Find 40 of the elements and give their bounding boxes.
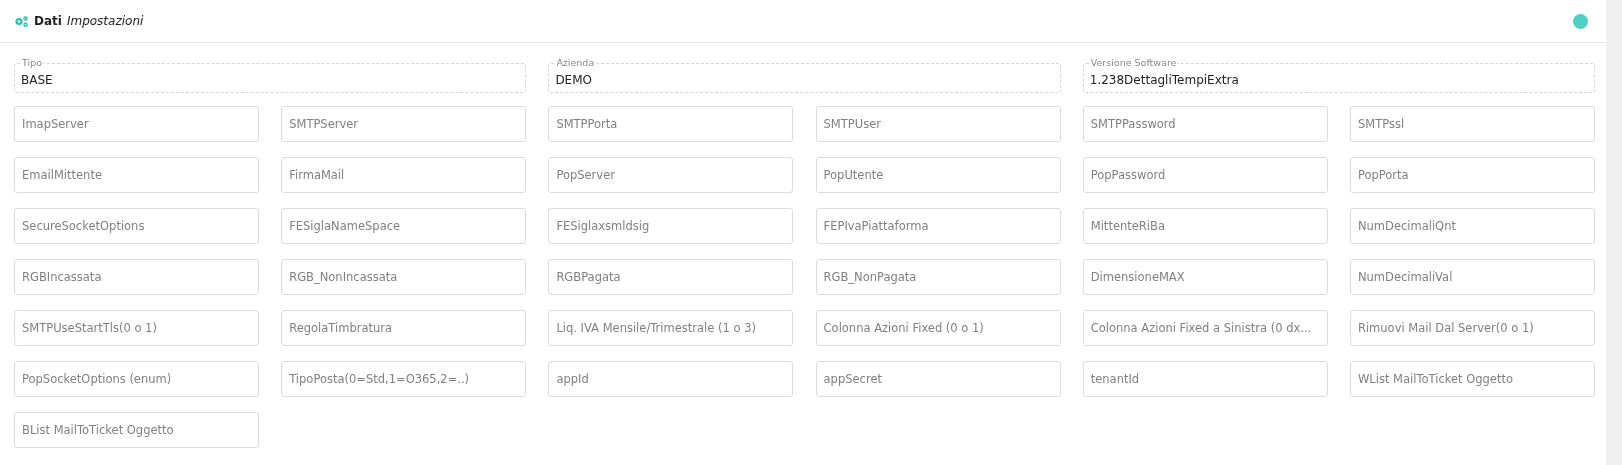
input-field[interactable]: Colonna Azioni Fixed (0 o 1) — [815, 310, 1061, 346]
input-field[interactable]: Rimuovi Mail Dal Server(0 o 1) — [1349, 310, 1595, 346]
input-field[interactable]: Colonna Azioni Fixed a Sinistra (0 dx... — [1082, 310, 1328, 346]
input-field[interactable]: PopServer — [548, 157, 794, 193]
input-field[interactable]: RegolaTimbratura — [281, 310, 527, 346]
input-field[interactable]: SecureSocketOptions — [14, 208, 259, 244]
input-field[interactable]: NumDecimaliQnt — [1349, 208, 1595, 244]
input-field[interactable]: PopUtente — [815, 157, 1061, 193]
input-field[interactable]: FirmaMail — [281, 157, 527, 193]
input-field[interactable]: PopPassword — [1082, 157, 1328, 193]
input-field[interactable]: FESiglaxsmldsig — [548, 208, 794, 244]
input-field[interactable]: ImapServer — [14, 106, 259, 142]
input-field[interactable]: SMTPPassword — [1082, 106, 1328, 142]
input-field[interactable]: MittenteRiBa — [1082, 208, 1328, 244]
input-field[interactable]: EmailMittente — [14, 157, 259, 193]
input-field[interactable]: RGB_NonPagata — [815, 259, 1061, 295]
input-field[interactable]: PopSocketOptions (enum) — [14, 361, 259, 397]
input-field[interactable]: DimensioneMAX — [1082, 259, 1328, 295]
input-field[interactable]: SMTPServer — [281, 106, 527, 142]
input-field[interactable]: SMTPssl — [1349, 106, 1595, 142]
input-field[interactable]: BList MailToTicket Oggetto — [14, 412, 259, 448]
input-field[interactable]: FEPIvaPiattaforma — [815, 208, 1061, 244]
settings-icon — [14, 14, 29, 28]
input-field[interactable]: tenantId — [1082, 361, 1328, 397]
input-field[interactable]: SMTPUser — [815, 106, 1061, 142]
input-field[interactable]: RGBPagata — [548, 259, 794, 295]
input-field[interactable]: TipoPosta(0=Std,1=O365,2=..) — [281, 361, 527, 397]
input-field[interactable]: appSecret — [815, 361, 1061, 397]
input-field[interactable]: PopPorta — [1349, 157, 1595, 193]
input-field[interactable]: Liq. IVA Mensile/Trimestrale (1 o 3) — [548, 310, 794, 346]
input-field[interactable]: NumDecimaliVal — [1349, 259, 1595, 295]
input-field[interactable]: RGBIncassata — [14, 259, 259, 295]
input-field[interactable]: FESiglaNameSpace — [281, 208, 527, 244]
input-field[interactable]: RGB_NonIncassata — [281, 259, 527, 295]
input-field[interactable]: WList MailToTicket Oggetto — [1349, 361, 1595, 397]
panel-title: Dati — [34, 14, 62, 28]
input-field[interactable]: appId — [548, 361, 794, 397]
input-field[interactable]: SMTPPorta — [548, 106, 794, 142]
input-field[interactable]: SMTPUseStartTls(0 o 1) — [14, 310, 259, 346]
panel-subtitle: Impostazioni — [66, 14, 145, 28]
